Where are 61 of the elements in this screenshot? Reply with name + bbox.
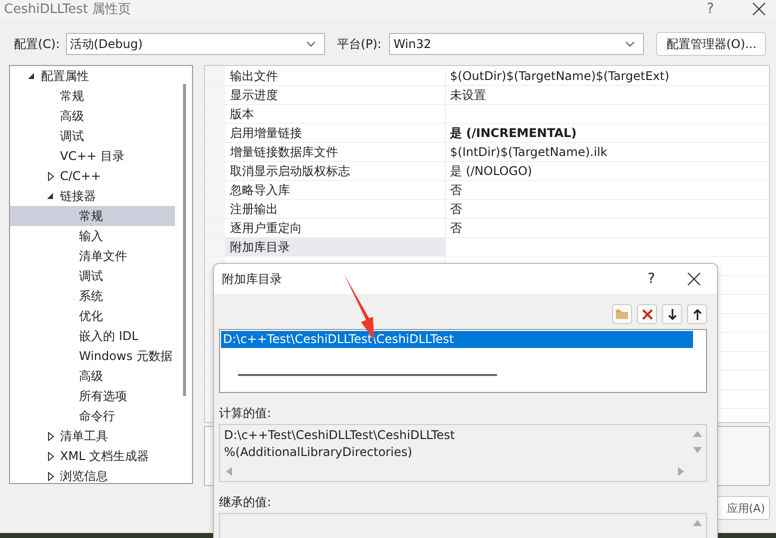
scroll-left-icon[interactable] [226, 467, 232, 476]
move-down-button[interactable] [662, 304, 682, 324]
tree-item[interactable]: 所有选项 [10, 386, 175, 406]
computed-values-label: 计算的值: [219, 405, 272, 422]
help-button[interactable]: ? [706, 1, 714, 17]
tree-item[interactable]: 系统 [10, 286, 175, 306]
close-icon[interactable] [687, 272, 701, 286]
tree-item[interactable]: 输入 [10, 226, 175, 246]
tree-item[interactable]: 嵌入的 IDL [10, 326, 175, 346]
tree-item[interactable]: 常规 [10, 86, 175, 106]
collapsed-icon [48, 452, 54, 460]
scroll-down-icon[interactable] [693, 447, 702, 453]
collapsed-icon [48, 172, 54, 180]
scroll-up-icon[interactable] [693, 520, 702, 526]
tree-item[interactable]: 调试 [10, 266, 175, 286]
window-title: CeshiDLLTest 属性页 [4, 1, 132, 18]
tree-item[interactable]: 配置属性 [10, 66, 175, 86]
platform-dropdown[interactable]: Win32 [389, 33, 644, 55]
tree-item[interactable]: 命令行 [10, 406, 175, 426]
expanded-icon [47, 192, 54, 200]
tree-item[interactable]: XML 文档生成器 [10, 446, 175, 466]
arrow-up-icon [692, 308, 702, 320]
close-icon[interactable] [752, 2, 766, 16]
tree-item[interactable]: VC++ 目录 [10, 146, 175, 166]
tree-item[interactable]: 调试 [10, 126, 175, 146]
tree-item[interactable]: 高级 [10, 106, 175, 126]
tree-item[interactable]: 高级 [10, 366, 175, 386]
tree-item[interactable]: 常规 [10, 206, 175, 226]
folder-icon [615, 308, 629, 320]
dialog-title: 附加库目录 [222, 270, 282, 288]
tree-item[interactable]: C/C++ [10, 166, 175, 186]
delete-icon [642, 308, 652, 320]
scroll-right-icon[interactable] [678, 467, 684, 476]
configuration-label: 配置(C): [14, 36, 60, 52]
tree-item[interactable]: Windows 元数据 [10, 346, 175, 366]
configuration-dropdown[interactable]: 活动(Debug) [66, 33, 325, 55]
scroll-up-icon[interactable] [693, 431, 702, 437]
move-up-button[interactable] [687, 304, 707, 324]
tree-item[interactable]: 链接器 [10, 186, 175, 206]
expanded-icon [28, 72, 35, 80]
property-name[interactable]: 附加库目录 [225, 238, 446, 256]
collapsed-icon [48, 432, 54, 440]
configuration-manager-button[interactable]: 配置管理器(O)... [656, 32, 766, 56]
delete-button[interactable] [637, 304, 657, 324]
collapsed-icon [48, 472, 54, 480]
scrollbar[interactable] [183, 84, 186, 396]
arrow-down-icon [668, 308, 676, 320]
computed-value: D:\c++Test\CeshiDLLTest\CeshiDLLTest [224, 427, 456, 444]
tree-item[interactable]: 清单文件 [10, 246, 175, 266]
chevron-down-icon [625, 41, 636, 47]
new-folder-button[interactable] [612, 304, 632, 324]
tree-item[interactable]: 优化 [10, 306, 175, 326]
inherited-values-label: 继承的值: [219, 494, 272, 511]
help-button[interactable]: ? [648, 271, 655, 287]
tree-item[interactable]: 清单工具 [10, 426, 175, 446]
tree-item[interactable]: 浏览信息 [10, 466, 175, 486]
scrollbar-thumb[interactable] [238, 374, 497, 376]
chevron-down-icon [306, 41, 316, 47]
platform-label: 平台(P): [336, 36, 382, 52]
directory-entry[interactable]: D:\c++Test\CeshiDLLTest\CeshiDLLTest [221, 331, 693, 348]
computed-value: %(AdditionalLibraryDirectories) [224, 444, 414, 461]
